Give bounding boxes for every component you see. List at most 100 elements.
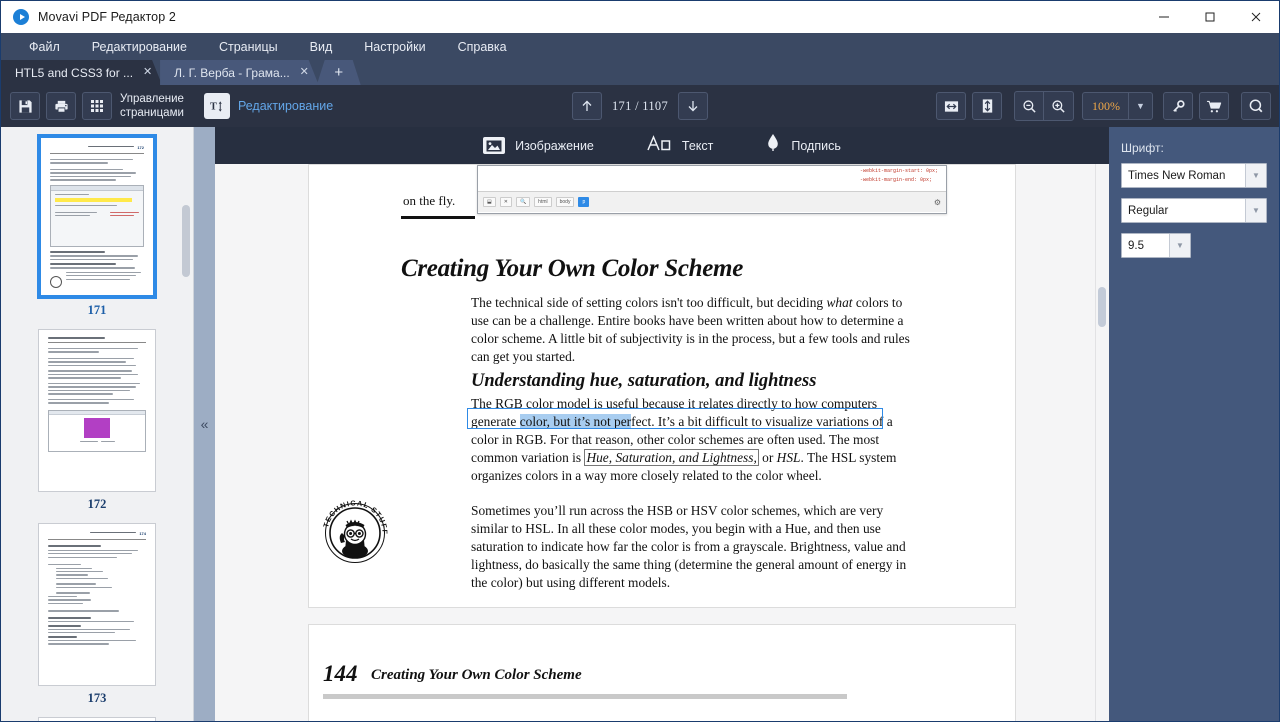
window-controls <box>1141 1 1279 33</box>
minimize-icon[interactable] <box>1141 1 1187 33</box>
thumbnail-number: 173 <box>87 691 107 705</box>
document-page-172[interactable]: 144 Creating Your Own Color Scheme To de… <box>308 624 1016 721</box>
zoom-in-icon[interactable] <box>1044 92 1073 120</box>
close-icon[interactable]: ✕ <box>299 67 310 78</box>
collapse-panel-button[interactable]: « <box>193 127 215 721</box>
thumbnail-page-174[interactable] <box>38 717 156 721</box>
document-page-171[interactable]: on the fly. -webkit-margin-start: 0px; -… <box>308 164 1016 608</box>
devtools-chip: body <box>555 197 575 207</box>
devtools-chip: ✕ <box>499 197 512 207</box>
manage-pages-button[interactable]: Управление страницами <box>120 92 184 120</box>
thumbnail-scrollbar[interactable] <box>182 205 190 277</box>
tab-document-1[interactable]: HTL5 and CSS3 for ... ✕ <box>1 60 162 85</box>
maximize-icon[interactable] <box>1187 1 1233 33</box>
text-edit-icon[interactable]: T <box>203 93 230 119</box>
font-size-value: 9.5 <box>1128 239 1144 252</box>
thumbnail-page-172[interactable] <box>38 329 156 492</box>
view-controls: 100% ▼ <box>936 91 1271 121</box>
menu-item-help[interactable]: Справка <box>442 37 523 57</box>
devtools-chip: 🔍 <box>515 197 531 207</box>
thumbnail-number: 172 <box>87 497 107 511</box>
arrow-up-icon[interactable] <box>571 92 602 120</box>
boxed-text: Hue, Saturation, and Lightness, <box>584 448 759 466</box>
text-selection-box[interactable] <box>467 408 883 429</box>
thumbnail-item[interactable]: 174 <box>38 717 156 721</box>
scrollbar-thumb[interactable] <box>1098 287 1106 327</box>
zoom-level-value: 100% <box>1092 98 1120 113</box>
print-icon[interactable] <box>46 92 76 120</box>
thumbnail-number: 171 <box>87 303 107 317</box>
search-icon[interactable] <box>1241 92 1271 120</box>
thumbnail-preview: 174 <box>39 524 155 685</box>
page-paragraph-1: The technical side of setting colors isn… <box>471 294 923 366</box>
new-tab-button[interactable]: + <box>317 60 361 85</box>
thumbnail-page-173[interactable]: 174 <box>38 523 156 686</box>
thumbnail-page-171[interactable]: 172 <box>38 135 156 298</box>
menu-item-settings[interactable]: Настройки <box>348 37 441 57</box>
tab-label: Л. Г. Верба - Грама... <box>174 65 290 80</box>
thumbnail-preview: 172 <box>41 138 153 295</box>
tab-document-2[interactable]: Л. Г. Верба - Грама... ✕ <box>160 60 319 85</box>
thumbnail-preview <box>39 330 155 491</box>
thumbnail-panel[interactable]: 172 171 172 174 173 <box>1 127 193 721</box>
font-size-select[interactable]: 9.5 ▼ <box>1121 233 1191 258</box>
page-paragraph-3: Sometimes you’ll run across the HSB or H… <box>471 503 907 590</box>
figure-rule <box>401 216 475 219</box>
chevron-down-icon[interactable]: ▼ <box>1245 164 1266 187</box>
menu-bar: Файл Редактирование Страницы Вид Настрой… <box>1 33 1279 60</box>
font-family-select[interactable]: Times New Roman ▼ <box>1121 163 1267 188</box>
fit-width-icon[interactable] <box>936 92 966 120</box>
menu-item-file[interactable]: Файл <box>13 37 76 57</box>
save-icon[interactable] <box>10 92 40 120</box>
devtools-chip: ⬓ <box>483 197 496 207</box>
fit-page-icon[interactable] <box>972 92 1002 120</box>
insert-text-button[interactable]: Текст <box>646 134 713 157</box>
zoom-buttons <box>1014 91 1074 121</box>
page-text-on-the-fly: on the fly. <box>403 193 456 208</box>
menu-item-pages[interactable]: Страницы <box>203 37 294 57</box>
insert-image-button[interactable]: Изображение <box>483 137 594 154</box>
browser-devtools-bar: ⬓ ✕ 🔍 html body p ⚙ <box>478 191 946 212</box>
font-style-select[interactable]: Regular ▼ <box>1121 198 1267 223</box>
thumbnail-item[interactable]: 174 <box>38 523 156 712</box>
key-icon[interactable] <box>1163 92 1193 120</box>
folio-rule <box>323 694 847 699</box>
main-toolbar: Управление страницами T Редактирование 1… <box>1 85 1279 127</box>
font-panel-label: Шрифт: <box>1121 141 1164 155</box>
page-indicator[interactable]: 171 / 1107 <box>612 99 668 114</box>
chevron-down-icon[interactable]: ▼ <box>1128 93 1152 119</box>
insert-signature-button[interactable]: Подпись <box>765 133 841 158</box>
page-canvas[interactable]: on the fly. -webkit-margin-start: 0px; -… <box>215 164 1109 721</box>
arrow-down-icon[interactable] <box>678 92 709 120</box>
browser-content: -webkit-margin-start: 0px; -webkit-margi… <box>478 166 946 191</box>
paragraph-1-italic: what <box>826 295 853 310</box>
title-bar: Movavi PDF Редактор 2 <box>1 1 1279 33</box>
cart-icon[interactable] <box>1199 92 1229 120</box>
paragraph-2-part-c: or <box>758 449 777 465</box>
close-icon[interactable]: ✕ <box>142 67 153 78</box>
zoom-level-select[interactable]: 100% ▼ <box>1082 92 1153 120</box>
menu-item-edit[interactable]: Редактирование <box>76 37 203 57</box>
document-scrollbar[interactable] <box>1095 164 1109 721</box>
thumbnail-item[interactable]: 172 <box>38 329 156 518</box>
chevron-down-icon[interactable]: ▼ <box>1169 234 1190 257</box>
thumbnail-item[interactable]: 172 <box>38 135 156 324</box>
page-heading-1: Creating Your Own Color Scheme <box>401 255 744 282</box>
application-window: Movavi PDF Редактор 2 Файл Редактировани… <box>0 0 1280 722</box>
code-line-1: -webkit-margin-start: 0px; <box>859 168 938 174</box>
menu-item-view[interactable]: Вид <box>294 37 349 57</box>
image-icon <box>483 137 506 154</box>
page-navigation: 171 / 1107 <box>571 92 709 120</box>
code-line-2: -webkit-margin-end: 0px; <box>859 176 932 183</box>
zoom-out-icon[interactable] <box>1015 92 1044 120</box>
chevron-down-icon[interactable]: ▼ <box>1245 199 1266 222</box>
font-properties-panel: Шрифт: Times New Roman ▼ Regular ▼ 9.5 ▼ <box>1109 127 1279 721</box>
manage-pages-label-2: страницами <box>120 107 184 119</box>
edit-mode-label[interactable]: Редактирование <box>238 99 333 113</box>
close-icon[interactable] <box>1233 1 1279 33</box>
grid-icon[interactable] <box>82 92 112 120</box>
app-title: Movavi PDF Редактор 2 <box>38 10 176 24</box>
text-aa-icon <box>646 134 672 157</box>
main-body: 172 171 172 174 173 « Изображение Текст … <box>1 127 1279 721</box>
page-folio-title: Creating Your Own Color Scheme <box>371 667 582 683</box>
